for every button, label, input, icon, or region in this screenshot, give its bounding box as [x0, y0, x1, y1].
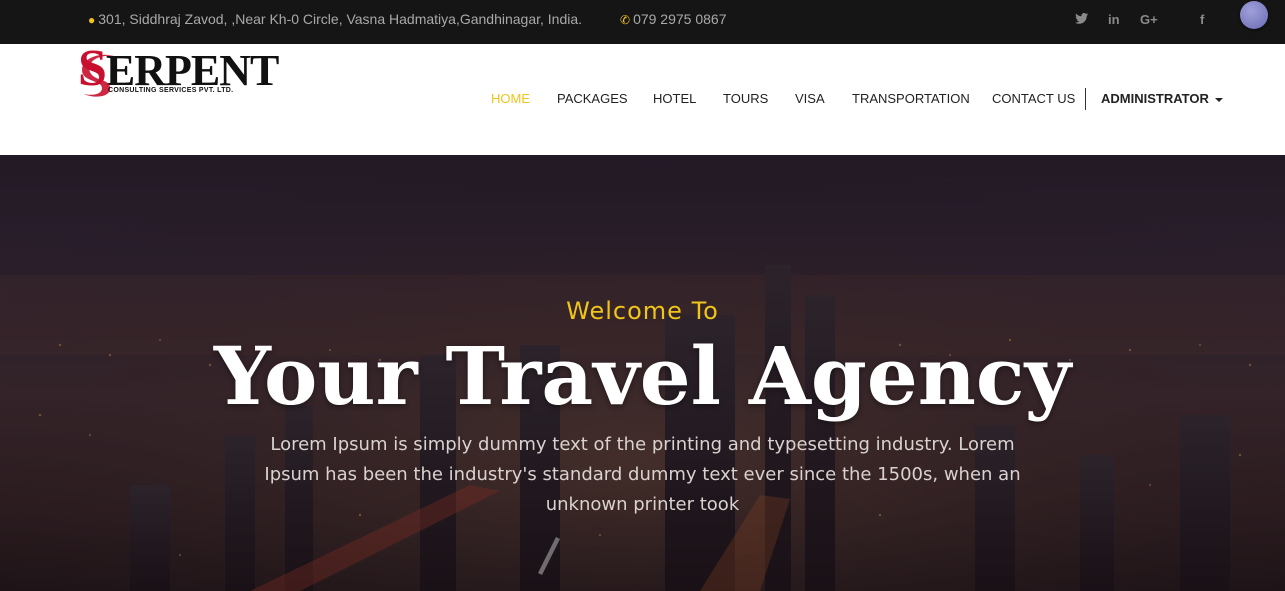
- nav-divider: [1085, 88, 1086, 110]
- nav-packages[interactable]: PACKAGES: [557, 91, 628, 106]
- company-logo[interactable]: SERPENT CONSULTING SERVICES PVT. LTD.: [78, 43, 279, 102]
- map-marker-icon: ●: [88, 13, 96, 27]
- google-plus-icon[interactable]: G+: [1140, 12, 1158, 27]
- administrator-label: ADMINISTRATOR: [1101, 91, 1209, 106]
- phone: ✆ 079 2975 0867: [620, 11, 727, 27]
- nav-tours[interactable]: TOURS: [723, 91, 768, 106]
- top-info-bar: ● 301, Siddhraj Zavod, ,Near Kh-0 Circle,…: [0, 0, 1285, 44]
- nav-home[interactable]: HOME: [491, 91, 530, 106]
- twitter-icon[interactable]: [1075, 12, 1088, 27]
- address: ● 301, Siddhraj Zavod, ,Near Kh-0 Circle,…: [88, 11, 582, 27]
- caret-down-icon: [1214, 97, 1223, 102]
- nav-visa[interactable]: VISA: [795, 91, 825, 106]
- logo-tagline: CONSULTING SERVICES PVT. LTD.: [108, 87, 234, 94]
- floating-circle-button[interactable]: [1240, 1, 1268, 29]
- hero-description: Lorem Ipsum is simply dummy text of the …: [264, 434, 1021, 515]
- phone-text: 079 2975 0867: [633, 11, 727, 27]
- nav-administrator-dropdown[interactable]: ADMINISTRATOR: [1101, 91, 1223, 106]
- nav-contact-us[interactable]: CONTACT US: [992, 91, 1075, 106]
- phone-icon: ✆: [620, 13, 631, 27]
- hero-title: Your Travel Agency: [213, 329, 1072, 423]
- facebook-icon[interactable]: f: [1200, 12, 1204, 27]
- main-header: SERPENT CONSULTING SERVICES PVT. LTD. HO…: [0, 43, 1285, 155]
- address-text: 301, Siddhraj Zavod, ,Near Kh-0 Circle, …: [98, 11, 583, 27]
- hero-banner: Welcome To Your Travel Agency Lorem Ipsu…: [0, 155, 1285, 591]
- hero-welcome-text: Welcome To: [566, 297, 719, 325]
- nav-hotel[interactable]: HOTEL: [653, 91, 696, 106]
- nav-transportation[interactable]: TRANSPORTATION: [852, 91, 970, 106]
- linkedin-icon[interactable]: in: [1108, 12, 1120, 27]
